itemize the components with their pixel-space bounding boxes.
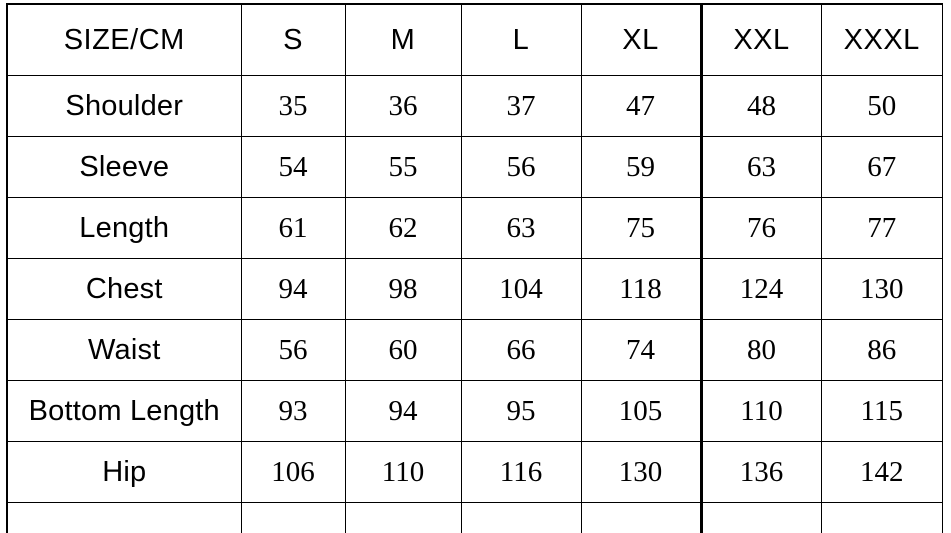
header-cell-size-unit: SIZE/CM bbox=[7, 4, 241, 76]
table-row-length: Length 61 62 63 75 76 77 bbox=[7, 198, 943, 259]
row-label-empty bbox=[7, 503, 241, 533]
size-chart-table: SIZE/CM S M L XL XXL XXXL Shoulder 35 36… bbox=[6, 3, 943, 533]
cell-hip-l: 116 bbox=[461, 442, 581, 503]
table-row-waist: Waist 56 60 66 74 80 86 bbox=[7, 320, 943, 381]
cell-empty-xxl bbox=[701, 503, 821, 533]
cell-waist-l: 66 bbox=[461, 320, 581, 381]
cell-shoulder-m: 36 bbox=[345, 76, 461, 137]
cell-hip-xxl: 136 bbox=[701, 442, 821, 503]
cell-chest-m: 98 bbox=[345, 259, 461, 320]
table-row-shoulder: Shoulder 35 36 37 47 48 50 bbox=[7, 76, 943, 137]
cell-shoulder-xxxl: 50 bbox=[821, 76, 943, 137]
table-header-row: SIZE/CM S M L XL XXL XXXL bbox=[7, 4, 943, 76]
row-label-chest: Chest bbox=[7, 259, 241, 320]
cell-empty-l bbox=[461, 503, 581, 533]
cell-bottom-length-xxxl: 115 bbox=[821, 381, 943, 442]
header-cell-m: M bbox=[345, 4, 461, 76]
table-row-empty bbox=[7, 503, 943, 533]
cell-waist-s: 56 bbox=[241, 320, 345, 381]
cell-bottom-length-m: 94 bbox=[345, 381, 461, 442]
cell-bottom-length-s: 93 bbox=[241, 381, 345, 442]
cell-chest-xxl: 124 bbox=[701, 259, 821, 320]
cell-bottom-length-xl: 105 bbox=[581, 381, 701, 442]
cell-chest-s: 94 bbox=[241, 259, 345, 320]
cell-waist-xl: 74 bbox=[581, 320, 701, 381]
cell-chest-xl: 118 bbox=[581, 259, 701, 320]
cell-shoulder-l: 37 bbox=[461, 76, 581, 137]
cell-sleeve-xl: 59 bbox=[581, 137, 701, 198]
size-chart-body: SIZE/CM S M L XL XXL XXXL Shoulder 35 36… bbox=[7, 4, 943, 533]
cell-length-xxl: 76 bbox=[701, 198, 821, 259]
row-label-sleeve: Sleeve bbox=[7, 137, 241, 198]
cell-sleeve-s: 54 bbox=[241, 137, 345, 198]
header-cell-xxl: XXL bbox=[701, 4, 821, 76]
cell-empty-xl bbox=[581, 503, 701, 533]
header-cell-s: S bbox=[241, 4, 345, 76]
cell-hip-s: 106 bbox=[241, 442, 345, 503]
cell-sleeve-l: 56 bbox=[461, 137, 581, 198]
cell-length-m: 62 bbox=[345, 198, 461, 259]
cell-hip-m: 110 bbox=[345, 442, 461, 503]
cell-hip-xxxl: 142 bbox=[821, 442, 943, 503]
row-label-hip: Hip bbox=[7, 442, 241, 503]
cell-length-s: 61 bbox=[241, 198, 345, 259]
cell-shoulder-s: 35 bbox=[241, 76, 345, 137]
header-cell-l: L bbox=[461, 4, 581, 76]
cell-waist-m: 60 bbox=[345, 320, 461, 381]
size-chart-container: SIZE/CM S M L XL XXL XXXL Shoulder 35 36… bbox=[6, 3, 943, 533]
cell-shoulder-xl: 47 bbox=[581, 76, 701, 137]
table-row-bottom-length: Bottom Length 93 94 95 105 110 115 bbox=[7, 381, 943, 442]
table-row-sleeve: Sleeve 54 55 56 59 63 67 bbox=[7, 137, 943, 198]
cell-waist-xxxl: 86 bbox=[821, 320, 943, 381]
cell-sleeve-m: 55 bbox=[345, 137, 461, 198]
row-label-waist: Waist bbox=[7, 320, 241, 381]
table-row-chest: Chest 94 98 104 118 124 130 bbox=[7, 259, 943, 320]
row-label-shoulder: Shoulder bbox=[7, 76, 241, 137]
cell-empty-xxxl bbox=[821, 503, 943, 533]
cell-sleeve-xxl: 63 bbox=[701, 137, 821, 198]
row-label-bottom-length: Bottom Length bbox=[7, 381, 241, 442]
cell-empty-m bbox=[345, 503, 461, 533]
cell-chest-l: 104 bbox=[461, 259, 581, 320]
cell-length-l: 63 bbox=[461, 198, 581, 259]
cell-bottom-length-xxl: 110 bbox=[701, 381, 821, 442]
cell-bottom-length-l: 95 bbox=[461, 381, 581, 442]
table-row-hip: Hip 106 110 116 130 136 142 bbox=[7, 442, 943, 503]
cell-waist-xxl: 80 bbox=[701, 320, 821, 381]
cell-length-xl: 75 bbox=[581, 198, 701, 259]
cell-empty-s bbox=[241, 503, 345, 533]
header-cell-xxxl: XXXL bbox=[821, 4, 943, 76]
row-label-length: Length bbox=[7, 198, 241, 259]
cell-sleeve-xxxl: 67 bbox=[821, 137, 943, 198]
cell-length-xxxl: 77 bbox=[821, 198, 943, 259]
header-cell-xl: XL bbox=[581, 4, 701, 76]
cell-chest-xxxl: 130 bbox=[821, 259, 943, 320]
cell-shoulder-xxl: 48 bbox=[701, 76, 821, 137]
cell-hip-xl: 130 bbox=[581, 442, 701, 503]
